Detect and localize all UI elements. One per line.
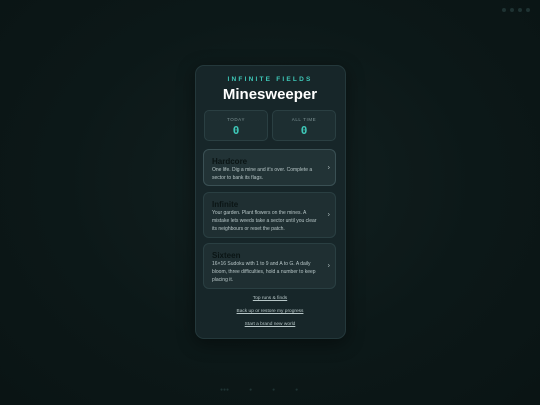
- dot-icon: [502, 8, 506, 12]
- chevron-right-icon: ›: [327, 262, 330, 270]
- page-title: Minesweeper: [222, 86, 318, 103]
- chevron-right-icon: ›: [327, 164, 330, 171]
- mode-description: Your garden. Plant flowers on the mines.…: [212, 210, 317, 232]
- stat-label: TODAY: [226, 117, 246, 122]
- stat-all-time: ALL TIME 0: [272, 110, 336, 141]
- dot-icon: [510, 8, 514, 12]
- mode-description: One life. Dig a mine and it's over. Comp…: [212, 167, 313, 181]
- mode-infinite-button[interactable]: Infinite Your garden. Plant flowers on t…: [203, 192, 336, 238]
- corner-menu[interactable]: [502, 8, 530, 12]
- app-eyebrow: INFINITE FIELDS: [227, 76, 313, 83]
- footer-bar: ●●● ● ● ●: [220, 387, 298, 393]
- footer-dot: ●●●: [220, 387, 230, 393]
- stat-label: ALL TIME: [291, 117, 317, 122]
- footer-dot: ●: [295, 387, 299, 393]
- footer-dot: ●: [272, 387, 276, 393]
- footer-dot: ●: [249, 387, 253, 393]
- mode-title: Sixteen: [212, 251, 241, 260]
- top-runs-link[interactable]: Top runs & finds: [0, 296, 540, 301]
- stat-value: 0: [232, 124, 240, 137]
- mode-title: Infinite: [212, 200, 239, 209]
- stat-value: 0: [300, 124, 308, 137]
- mode-title: Hardcore: [212, 157, 248, 166]
- chevron-right-icon: ›: [327, 211, 330, 219]
- mode-description: 16×16 Sudoku with 1 to 9 and A to G. A d…: [212, 261, 316, 283]
- backup-link[interactable]: Back up or restore my progress: [0, 309, 540, 314]
- mode-sixteen-button[interactable]: Sixteen 16×16 Sudoku with 1 to 9 and A t…: [203, 243, 336, 289]
- dot-icon: [518, 8, 522, 12]
- new-world-link[interactable]: Start a brand new world: [0, 322, 540, 327]
- mode-hardcore-button[interactable]: Hardcore One life. Dig a mine and it's o…: [203, 149, 336, 186]
- stat-today: TODAY 0: [204, 110, 268, 141]
- dot-icon: [526, 8, 530, 12]
